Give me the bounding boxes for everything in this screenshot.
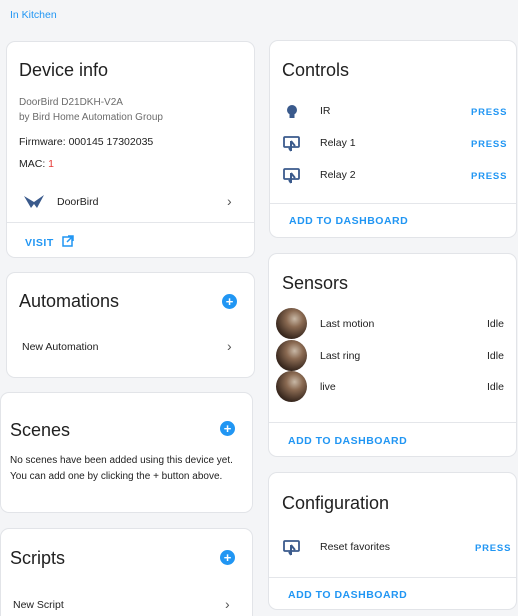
breadcrumb[interactable]: In Kitchen bbox=[10, 9, 57, 21]
sensor-state: Idle bbox=[487, 318, 504, 330]
camera-snapshot-avatar bbox=[276, 371, 307, 402]
configuration-label: Reset favorites bbox=[320, 541, 391, 553]
control-row-relay-2: Relay 2 PRESS bbox=[270, 165, 516, 189]
add-automation-button[interactable]: + bbox=[222, 294, 237, 309]
sensors-title: Sensors bbox=[282, 273, 349, 293]
configuration-title: Configuration bbox=[282, 493, 390, 513]
device-info-card: Device info DoorBird D21DKH-V2A by Bird … bbox=[6, 41, 255, 258]
configuration-row: Reset favorites PRESS bbox=[269, 537, 516, 561]
press-button[interactable]: PRESS bbox=[471, 139, 507, 150]
automations-title: Automations bbox=[19, 291, 120, 311]
script-item-label: New Script bbox=[13, 599, 64, 611]
configuration-card: Configuration Reset favorites PRESS ADD … bbox=[268, 472, 517, 610]
automation-item-label: New Automation bbox=[22, 341, 99, 353]
open-in-new-icon bbox=[62, 234, 74, 252]
sensor-label: live bbox=[320, 381, 336, 393]
automation-item[interactable]: New Automation › bbox=[7, 337, 254, 359]
chevron-right-icon: › bbox=[227, 193, 232, 209]
sensor-label: Last motion bbox=[320, 318, 375, 330]
add-script-button[interactable]: + bbox=[220, 550, 235, 565]
sensor-state: Idle bbox=[487, 381, 504, 393]
script-item[interactable]: New Script › bbox=[1, 595, 252, 616]
visit-link[interactable]: VISIT bbox=[25, 234, 74, 252]
device-firmware: Firmware: 000145 17302035 bbox=[19, 136, 154, 148]
device-info-title: Device info bbox=[19, 60, 109, 80]
control-label: Relay 1 bbox=[320, 137, 356, 149]
scripts-card: Scripts + New Script › bbox=[0, 528, 253, 616]
device-manufacturer: by Bird Home Automation Group bbox=[19, 112, 163, 123]
mac-value: 1 bbox=[48, 158, 55, 170]
scenes-title: Scenes bbox=[10, 420, 71, 440]
sensor-label: Last ring bbox=[320, 350, 361, 362]
sensors-add-to-dashboard-button[interactable]: ADD TO DASHBOARD bbox=[288, 435, 407, 447]
device-model: DoorBird D21DKH-V2A bbox=[19, 97, 123, 108]
chevron-right-icon: › bbox=[227, 338, 232, 354]
sensor-row[interactable]: Last motion Idle bbox=[269, 308, 516, 340]
camera-snapshot-avatar bbox=[276, 340, 307, 371]
scripts-title: Scripts bbox=[10, 548, 66, 568]
doorbird-logo-icon bbox=[23, 194, 45, 215]
chevron-right-icon: › bbox=[225, 596, 230, 612]
gesture-tap-icon bbox=[283, 136, 301, 157]
control-row-ir: IR PRESS bbox=[270, 101, 516, 125]
divider bbox=[269, 577, 516, 578]
add-scene-button[interactable]: + bbox=[220, 421, 235, 436]
divider bbox=[269, 422, 516, 423]
mac-label: MAC: bbox=[19, 158, 49, 170]
controls-title: Controls bbox=[282, 60, 350, 80]
configuration-add-to-dashboard-button[interactable]: ADD TO DASHBOARD bbox=[288, 589, 407, 601]
sensor-row[interactable]: Last ring Idle bbox=[269, 340, 516, 372]
gesture-tap-icon bbox=[283, 168, 301, 189]
automations-card: Automations + New Automation › bbox=[6, 272, 255, 378]
lightbulb-icon bbox=[286, 104, 298, 125]
press-button[interactable]: PRESS bbox=[475, 543, 511, 554]
visit-label: VISIT bbox=[25, 237, 54, 249]
gesture-tap-icon bbox=[283, 540, 301, 561]
scenes-card: Scenes + No scenes have been added using… bbox=[0, 392, 253, 513]
device-mac: MAC: 1 bbox=[19, 158, 54, 170]
control-label: Relay 2 bbox=[320, 169, 356, 181]
control-label: IR bbox=[320, 105, 331, 117]
sensor-state: Idle bbox=[487, 350, 504, 362]
sensor-row[interactable]: live Idle bbox=[269, 371, 516, 403]
control-row-relay-1: Relay 1 PRESS bbox=[270, 133, 516, 157]
sensors-card: Sensors Last motion Idle Last ring Idle … bbox=[268, 253, 517, 457]
scenes-empty-text: No scenes have been added using this dev… bbox=[10, 455, 233, 482]
divider bbox=[270, 203, 516, 204]
divider bbox=[7, 222, 254, 223]
integration-row[interactable]: DoorBird › bbox=[7, 190, 254, 216]
press-button[interactable]: PRESS bbox=[471, 107, 507, 118]
camera-snapshot-avatar bbox=[276, 308, 307, 339]
controls-card: Controls IR PRESS Relay 1 PRESS Relay 2 … bbox=[269, 40, 517, 238]
controls-add-to-dashboard-button[interactable]: ADD TO DASHBOARD bbox=[289, 215, 408, 227]
integration-name: DoorBird bbox=[57, 196, 99, 208]
press-button[interactable]: PRESS bbox=[471, 171, 507, 182]
